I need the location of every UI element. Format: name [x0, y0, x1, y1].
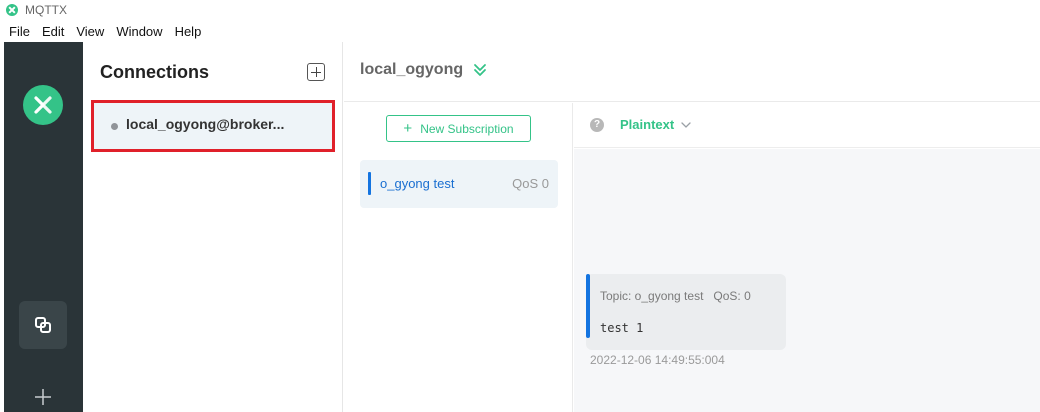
connection-header: local_ogyong — [344, 42, 1040, 102]
connection-status-dot — [111, 123, 118, 130]
connection-label: local_ogyong@broker... — [126, 116, 285, 132]
message-timestamp: 2022-12-06 14:49:55:004 — [590, 353, 725, 367]
connections-panel: Connections local_ogyong@broker... — [83, 42, 343, 412]
app-logo-icon — [6, 4, 18, 16]
menu-window[interactable]: Window — [112, 24, 166, 39]
menu-edit[interactable]: Edit — [38, 24, 68, 39]
left-rail — [4, 42, 83, 412]
subscription-item[interactable]: o_gyong test QoS 0 — [360, 160, 558, 208]
menu-help[interactable]: Help — [171, 24, 206, 39]
message-card[interactable]: Topic: o_gyong test QoS: 0 test 1 — [586, 274, 786, 350]
menu-view[interactable]: View — [72, 24, 108, 39]
connections-nav-button[interactable] — [19, 301, 67, 349]
subscription-color-bar — [368, 172, 371, 195]
connections-icon — [35, 317, 51, 333]
connection-item[interactable]: local_ogyong@broker... — [91, 100, 335, 152]
message-topic: Topic: o_gyong test QoS: 0 — [600, 289, 751, 303]
add-connection-button[interactable] — [307, 63, 325, 81]
new-subscription-label: New Subscription — [420, 121, 514, 136]
message-payload: test 1 — [600, 321, 644, 335]
message-qos: QoS: 0 — [713, 289, 751, 303]
plus-icon: + — [403, 120, 413, 137]
menu-bar: File Edit View Window Help — [0, 20, 1040, 42]
mqttx-logo-icon — [23, 85, 63, 125]
subscription-qos: QoS 0 — [512, 176, 549, 191]
message-color-bar — [586, 274, 590, 338]
subscriptions-panel: + New Subscription o_gyong test QoS 0 — [344, 103, 573, 412]
menu-file[interactable]: File — [5, 24, 34, 39]
chevron-down-icon — [681, 121, 691, 128]
window-title: MQTTX — [25, 3, 67, 17]
new-subscription-button[interactable]: + New Subscription — [386, 115, 531, 142]
new-connection-plus-icon[interactable] — [32, 386, 54, 408]
double-chevron-down-icon[interactable] — [472, 62, 488, 78]
subscription-topic: o_gyong test — [380, 176, 455, 191]
payload-format-value: Plaintext — [620, 117, 675, 132]
connection-title: local_ogyong — [360, 61, 464, 78]
message-toolbar: ? Plaintext — [574, 103, 1040, 148]
title-bar: MQTTX — [0, 0, 1040, 20]
help-icon[interactable]: ? — [590, 118, 604, 132]
connections-title: Connections — [100, 62, 210, 82]
messages-area: Topic: o_gyong test QoS: 0 test 1 2022-1… — [574, 149, 1040, 412]
payload-format-select[interactable]: Plaintext — [620, 117, 692, 132]
